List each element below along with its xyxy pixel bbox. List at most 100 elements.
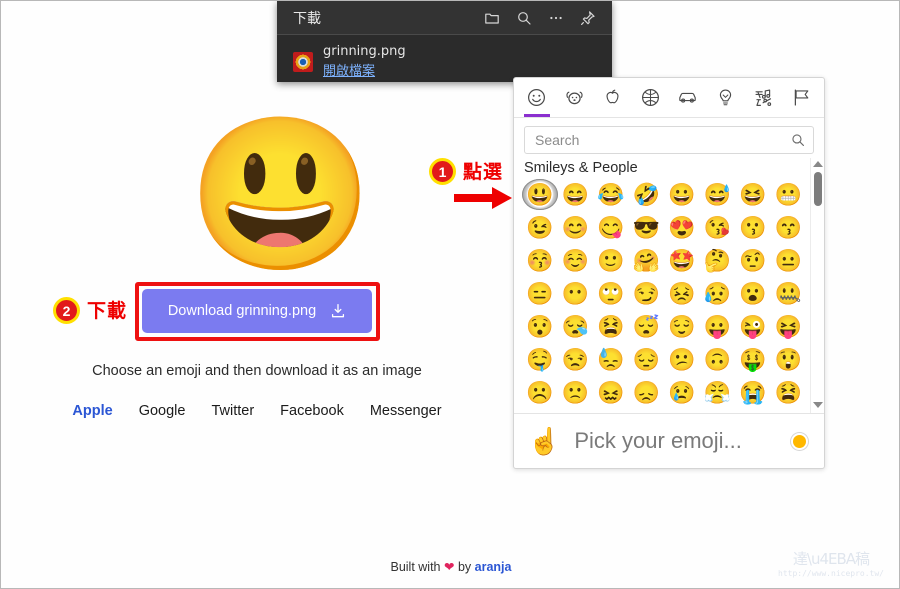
scroll-up-arrow-icon[interactable] <box>812 161 823 167</box>
page-subtitle: Choose an emoji and then download it as … <box>92 363 422 379</box>
tab-animals-nature[interactable] <box>556 78 594 117</box>
emoji-cell[interactable]: 😋 <box>593 212 629 243</box>
emoji-cell[interactable]: 🤗 <box>629 245 665 276</box>
emoji-cell[interactable]: 😔 <box>629 344 665 375</box>
emoji-cell[interactable]: 🙂 <box>593 245 629 276</box>
emoji-cell[interactable]: 😊 <box>558 212 594 243</box>
emoji-cell[interactable]: 🤑 <box>735 344 771 375</box>
emoji-cell[interactable]: 😀 <box>664 179 700 210</box>
annotation-arrow-icon <box>454 187 512 209</box>
emoji-cell[interactable]: 😉 <box>522 212 558 243</box>
emoji-search-box[interactable] <box>524 126 814 154</box>
emoji-cell[interactable]: 😑 <box>522 278 558 309</box>
flag-icon <box>794 89 808 106</box>
emoji-cell[interactable]: 🙃 <box>700 344 736 375</box>
emoji-cell[interactable]: 😎 <box>629 212 665 243</box>
emoji-cell[interactable]: 😌 <box>664 311 700 342</box>
emoji-cell[interactable]: 😫 <box>771 377 807 408</box>
emoji-cell[interactable]: 😪 <box>558 311 594 342</box>
emoji-cell[interactable]: 😯 <box>522 311 558 342</box>
heart-icon: ❤ <box>444 560 455 574</box>
search-icon[interactable] <box>791 133 805 147</box>
emoji-cell[interactable]: 😝 <box>771 311 807 342</box>
emoji-cell[interactable]: 😂 <box>593 179 629 210</box>
emoji-cell[interactable]: 🤐 <box>771 278 807 309</box>
platform-link-apple[interactable]: Apple <box>72 403 112 419</box>
emoji-cell[interactable]: 😮 <box>735 278 771 309</box>
pointing-up-icon: ☝️ <box>528 426 561 456</box>
emoji-grid-scroll-area: Smileys & People 😃 😄 😂 🤣 😀 😅 😆 😬 😉 😊 😋 😎 😍 😘 😗 😙 😚 ☺️ 🙂 🤗 🤩 🤔… <box>514 158 810 413</box>
symbols-icon <box>755 89 772 107</box>
footer-brand-link[interactable]: aranja <box>475 560 512 574</box>
scrollbar-thumb[interactable] <box>813 172 822 206</box>
tab-smileys-people[interactable] <box>518 78 556 117</box>
emoji-cell[interactable]: 😲 <box>771 344 807 375</box>
emoji-cell[interactable]: 😜 <box>735 311 771 342</box>
emoji-cell[interactable]: 😢 <box>664 377 700 408</box>
download-popup-title: 下載 <box>293 10 321 27</box>
emoji-cell-selected[interactable]: 😃 <box>522 179 558 210</box>
emoji-search-input[interactable] <box>535 132 791 148</box>
emoji-cell[interactable]: 😚 <box>522 245 558 276</box>
emoji-cell[interactable]: 🤩 <box>664 245 700 276</box>
download-item[interactable]: grinning.png 開啟檔案 <box>277 35 612 79</box>
emoji-cell[interactable]: 😅 <box>700 179 736 210</box>
emoji-cell[interactable]: 😬 <box>771 179 807 210</box>
emoji-cell[interactable]: 😭 <box>735 377 771 408</box>
emoji-cell[interactable]: 😏 <box>629 278 665 309</box>
annotation-text-2: 下載 <box>87 300 128 322</box>
skin-tone-selector[interactable] <box>791 432 808 450</box>
download-popup-actions <box>484 10 602 26</box>
scroll-down-arrow-icon[interactable] <box>812 402 823 408</box>
emoji-cell[interactable]: 😄 <box>558 179 594 210</box>
tab-food-drink[interactable] <box>594 78 632 117</box>
emoji-cell[interactable]: 😫 <box>593 311 629 342</box>
platform-link-facebook[interactable]: Facebook <box>280 403 344 419</box>
emoji-cell[interactable]: 🙄 <box>593 278 629 309</box>
search-icon[interactable] <box>516 10 532 26</box>
big-emoji-preview: 😃 <box>187 110 374 278</box>
tab-activity[interactable] <box>631 78 669 117</box>
more-icon[interactable] <box>548 10 564 26</box>
emoji-cell[interactable]: ☹️ <box>522 377 558 408</box>
pin-icon[interactable] <box>580 10 596 26</box>
emoji-cell[interactable]: 😤 <box>700 377 736 408</box>
emoji-cell[interactable]: 😐 <box>771 245 807 276</box>
tab-symbols[interactable] <box>745 78 783 117</box>
emoji-cell[interactable]: 😥 <box>700 278 736 309</box>
emoji-cell[interactable]: 🤔 <box>700 245 736 276</box>
emoji-cell[interactable]: 😕 <box>664 344 700 375</box>
emoji-cell[interactable]: 😖 <box>593 377 629 408</box>
emoji-cell[interactable]: 🤨 <box>735 245 771 276</box>
emoji-cell[interactable]: 😣 <box>664 278 700 309</box>
emoji-cell[interactable]: 😓 <box>593 344 629 375</box>
emoji-cell[interactable]: 😆 <box>735 179 771 210</box>
emoji-cell[interactable]: 😛 <box>700 311 736 342</box>
emoji-cell[interactable]: 😙 <box>771 212 807 243</box>
emoji-cell[interactable]: 🙁 <box>558 377 594 408</box>
emoji-cell[interactable]: 😞 <box>629 377 665 408</box>
emoji-cell[interactable]: 😘 <box>700 212 736 243</box>
annotation-text-1: 點選 <box>463 161 504 183</box>
emoji-cell[interactable]: ☺️ <box>558 245 594 276</box>
emoji-cell[interactable]: 😗 <box>735 212 771 243</box>
emoji-grid-scrollbar[interactable] <box>810 158 824 413</box>
emoji-cell[interactable]: 😒 <box>558 344 594 375</box>
platform-link-google[interactable]: Google <box>139 403 186 419</box>
open-file-link[interactable]: 開啟檔案 <box>323 60 406 79</box>
folder-icon[interactable] <box>484 10 500 26</box>
platform-link-messenger[interactable]: Messenger <box>370 403 442 419</box>
emoji-cell[interactable]: 😍 <box>664 212 700 243</box>
tab-objects[interactable] <box>707 78 745 117</box>
emoji-cell[interactable]: 😶 <box>558 278 594 309</box>
emoji-cell[interactable]: 😴 <box>629 311 665 342</box>
download-icon <box>332 303 345 318</box>
tab-flags[interactable] <box>782 78 820 117</box>
emoji-picker-panel: Smileys & People 😃😄😂🤣😀😅😆😬 😉😊😋😎😍😘😗😙 😚☺️🙂🤗🤩🤔… <box>513 77 825 469</box>
platform-link-twitter[interactable]: Twitter <box>211 403 254 419</box>
emoji-cell[interactable]: 🤣 <box>629 179 665 210</box>
download-button[interactable]: Download grinning.png <box>142 289 372 333</box>
emoji-grid-section: Smileys & People 😃 😄 😂 🤣 😀 😅 😆 😬 😉 😊 😋 😎 😍 😘 😗 😙 😚 ☺️ 🙂 🤗 🤩 🤔… <box>514 158 824 413</box>
emoji-cell[interactable]: 🤤 <box>522 344 558 375</box>
tab-travel-places[interactable] <box>669 78 707 117</box>
